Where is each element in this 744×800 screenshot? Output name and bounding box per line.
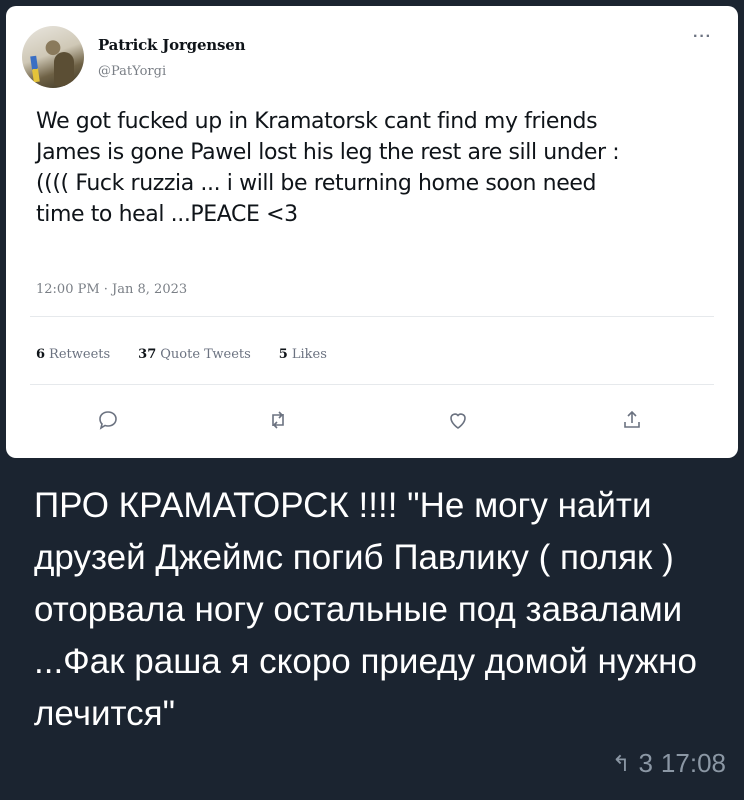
like-button[interactable] [440, 402, 476, 438]
heart-icon [450, 413, 466, 429]
tweet-text: We got fucked up in Kramatorsk cant find… [36, 109, 620, 227]
flag-icon [30, 55, 40, 83]
reply-count: 3 [638, 748, 653, 778]
reply-button[interactable] [90, 402, 126, 438]
divider [30, 316, 714, 317]
message-time: 17:08 [660, 748, 726, 778]
retweets-count: 6 [36, 347, 46, 362]
message-meta: ↰ 3 17:08 [612, 748, 726, 779]
tweet-actions [76, 402, 668, 438]
retweet-button[interactable] [260, 402, 296, 438]
engagement-stats: 6 Retweets 37 Quote Tweets 5 Likes [36, 347, 327, 362]
likes-count: 5 [278, 347, 288, 362]
retweets-stat[interactable]: 6 Retweets [36, 347, 110, 362]
likes-label: Likes [291, 347, 327, 362]
more-options-icon[interactable]: ··· [693, 28, 712, 46]
quote-count: 37 [138, 347, 157, 362]
likes-stat[interactable]: 5 Likes [279, 347, 327, 362]
tweet-timestamp[interactable]: 12:00 PM · Jan 8, 2023 [36, 282, 187, 297]
reply-icon [99, 411, 117, 430]
divider [30, 384, 714, 385]
person-figure [54, 52, 74, 86]
author-handle[interactable]: @PatYorgi [98, 64, 166, 79]
share-icon [624, 410, 640, 428]
share-button[interactable] [614, 402, 650, 438]
quote-label: Quote Tweets [160, 347, 251, 362]
quote-tweets-stat[interactable]: 37 Quote Tweets [138, 347, 251, 362]
message-caption: ПРО КРАМАТОРСК !!!! "Не могу найти друзе… [34, 486, 697, 733]
author-name[interactable]: Patrick Jorgensen [98, 36, 246, 54]
retweet-icon [272, 411, 284, 429]
tweet-card: Patrick Jorgensen @PatYorgi ··· We got f… [6, 6, 738, 458]
retweets-label: Retweets [49, 347, 111, 362]
reply-arrow-icon[interactable]: ↰ [612, 751, 630, 777]
avatar[interactable] [22, 26, 84, 88]
